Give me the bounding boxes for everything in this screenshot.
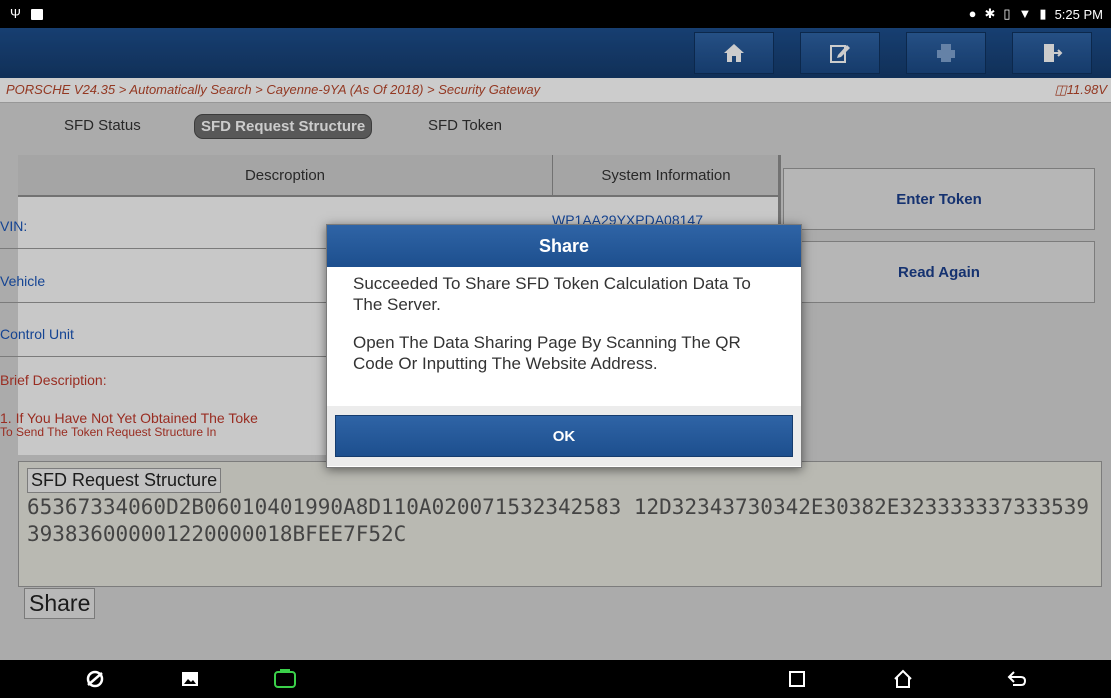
navigation-bar [0, 660, 1111, 698]
bluetooth-icon: ✱ [984, 6, 996, 21]
ok-button[interactable]: OK [335, 415, 793, 457]
dialog-footer: OK [327, 406, 801, 466]
dialog-title: Share [327, 225, 801, 267]
vibrate-icon: ▯ [1003, 6, 1011, 21]
status-bar: Ψ ● ✱ ▯ ▼ ▮ 5:25 PM [0, 0, 1111, 28]
dialog-message: Succeeded To Share SFD Token Calculation… [353, 273, 783, 391]
location-icon: ● [968, 6, 977, 21]
vci-icon[interactable] [270, 660, 300, 698]
dialog-message-line-1: Succeeded To Share SFD Token Calculation… [353, 274, 751, 314]
share-dialog: Share Succeeded To Share SFD Token Calcu… [326, 224, 802, 468]
back-icon[interactable] [1002, 660, 1032, 698]
clock: 5:25 PM [1054, 6, 1103, 22]
battery-icon: ▮ [1039, 6, 1047, 21]
usb-debug-icon: Ψ [10, 6, 21, 21]
wifi-icon: ▼ [1018, 6, 1032, 21]
image-notification-icon [30, 8, 43, 20]
dialog-message-line-2: Open The Data Sharing Page By Scanning T… [353, 333, 741, 373]
home-nav-icon[interactable] [888, 660, 918, 698]
browser-icon[interactable] [80, 660, 110, 698]
recents-icon[interactable] [782, 660, 812, 698]
gallery-icon[interactable] [175, 660, 205, 698]
